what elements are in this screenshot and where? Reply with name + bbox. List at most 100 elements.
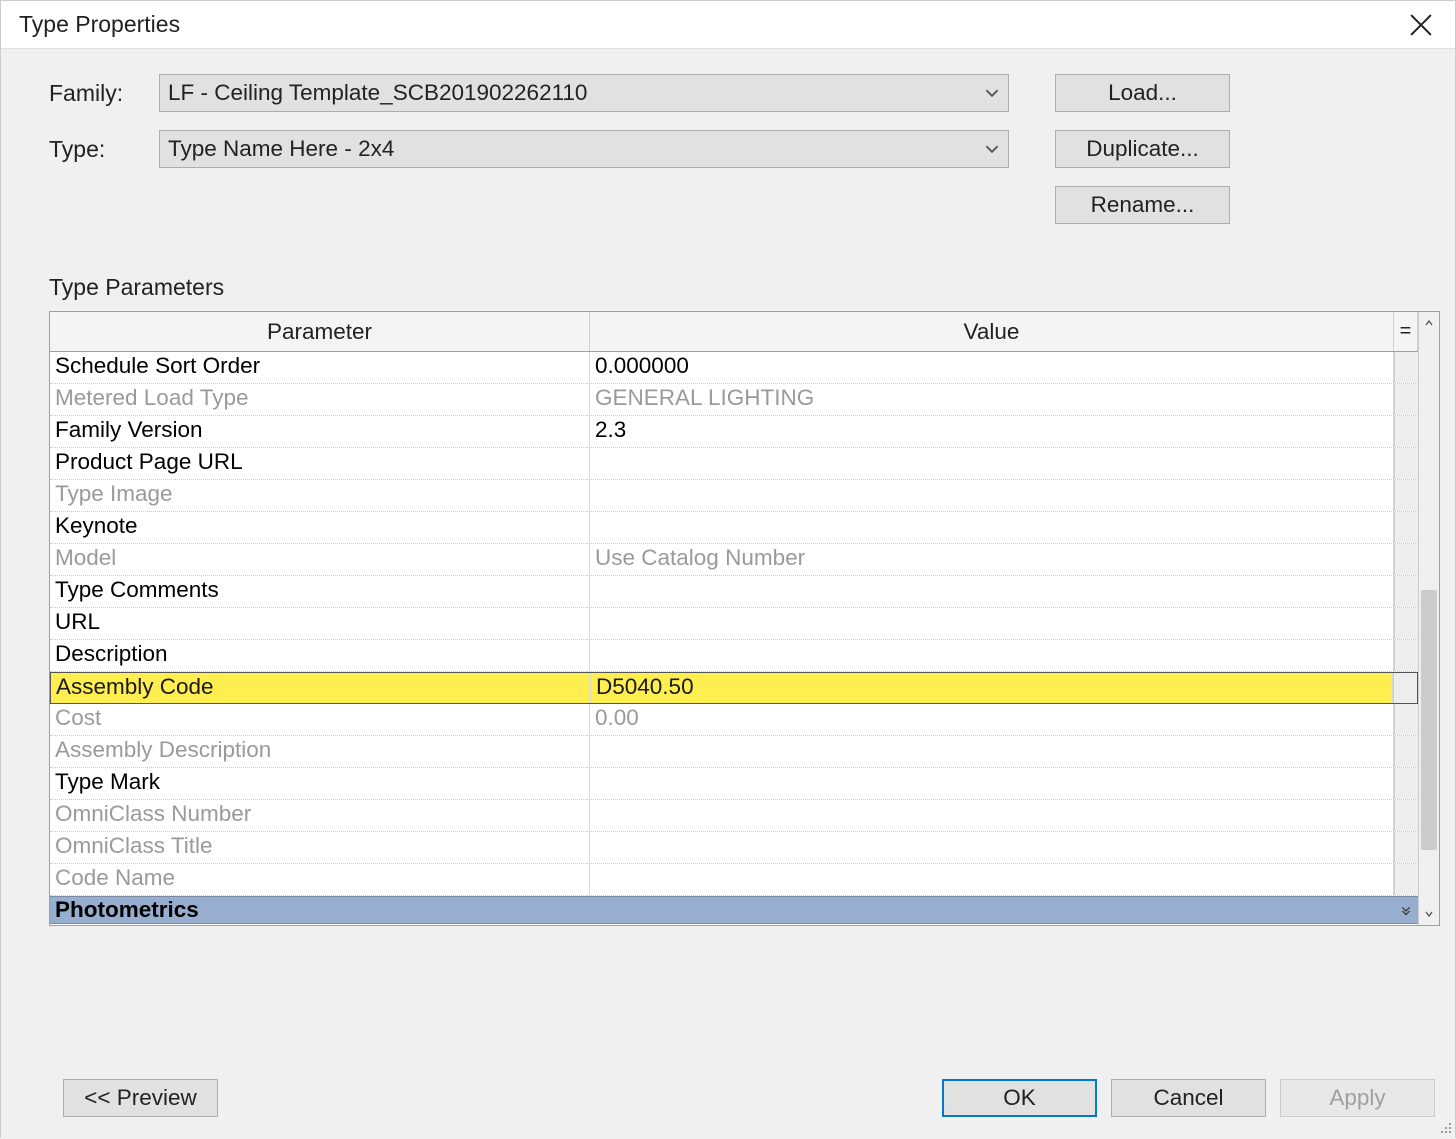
dialog-title: Type Properties [19, 11, 180, 37]
eq-cell [1394, 544, 1418, 575]
value-cell[interactable] [590, 736, 1394, 767]
scrollbar-track[interactable] [1419, 334, 1439, 903]
titlebar: Type Properties [1, 1, 1455, 48]
eq-cell [1394, 416, 1418, 447]
param-cell: Code Name [50, 864, 590, 895]
value-cell[interactable]: D5040.50 [591, 673, 1393, 703]
scrollbar-thumb[interactable] [1421, 590, 1437, 850]
rename-button[interactable]: Rename... [1055, 186, 1230, 224]
value-cell[interactable] [590, 480, 1394, 511]
value-cell[interactable] [590, 640, 1394, 671]
param-cell: Assembly Description [50, 736, 590, 767]
eq-cell [1394, 800, 1418, 831]
value-cell[interactable] [590, 768, 1394, 799]
value-cell[interactable]: 0.00 [590, 704, 1394, 735]
table-row[interactable]: Keynote [50, 512, 1418, 544]
scroll-up-icon[interactable] [1419, 312, 1439, 334]
value-cell[interactable] [590, 800, 1394, 831]
param-cell: Schedule Sort Order [50, 352, 590, 383]
table-row[interactable]: Cost0.00 [50, 704, 1418, 736]
header-equals: = [1394, 312, 1418, 351]
value-cell[interactable] [590, 448, 1394, 479]
eq-cell [1394, 640, 1418, 671]
eq-cell [1394, 576, 1418, 607]
scroll-down-icon[interactable] [1419, 903, 1439, 925]
preview-button[interactable]: << Preview [63, 1079, 218, 1117]
value-cell[interactable]: GENERAL LIGHTING [590, 384, 1394, 415]
eq-cell [1394, 736, 1418, 767]
family-label: Family: [49, 80, 159, 107]
table-row[interactable]: URL [50, 608, 1418, 640]
table-row[interactable]: Schedule Sort Order0.000000 [50, 352, 1418, 384]
apply-button: Apply [1280, 1079, 1435, 1117]
table-row[interactable]: Assembly Description [50, 736, 1418, 768]
family-dropdown[interactable]: LF - Ceiling Template_SCB201902262110 [159, 74, 1009, 112]
scrollbar[interactable] [1418, 312, 1439, 925]
value-cell[interactable]: 0.000000 [590, 352, 1394, 383]
value-cell[interactable]: Use Catalog Number [590, 544, 1394, 575]
param-cell: Type Image [50, 480, 590, 511]
type-dropdown[interactable]: Type Name Here - 2x4 [159, 130, 1009, 168]
table-row[interactable]: Family Version2.3 [50, 416, 1418, 448]
dialog-footer: << Preview OK Cancel Apply [49, 1079, 1435, 1117]
value-cell[interactable]: 2.3 [590, 416, 1394, 447]
header-parameter: Parameter [50, 312, 590, 351]
table-row[interactable]: OmniClass Title [50, 832, 1418, 864]
param-cell: Product Page URL [50, 448, 590, 479]
eq-cell [1394, 832, 1418, 863]
param-cell: Description [50, 640, 590, 671]
eq-cell [1394, 512, 1418, 543]
load-button[interactable]: Load... [1055, 74, 1230, 112]
param-cell: OmniClass Title [50, 832, 590, 863]
ok-button[interactable]: OK [942, 1079, 1097, 1117]
duplicate-button[interactable]: Duplicate... [1055, 130, 1230, 168]
table-row[interactable]: ModelUse Catalog Number [50, 544, 1418, 576]
value-cell[interactable] [590, 608, 1394, 639]
value-cell[interactable] [590, 864, 1394, 895]
table-row[interactable]: Product Page URL [50, 448, 1418, 480]
chevron-collapse-icon[interactable] [1395, 897, 1412, 923]
param-cell: Keynote [50, 512, 590, 543]
param-cell: Cost [50, 704, 590, 735]
eq-cell [1394, 768, 1418, 799]
param-cell: Type Mark [50, 768, 590, 799]
param-cell: URL [50, 608, 590, 639]
table-row[interactable]: Metered Load TypeGENERAL LIGHTING [50, 384, 1418, 416]
eq-cell [1394, 608, 1418, 639]
resize-grip-icon[interactable] [1438, 1120, 1452, 1134]
table-row[interactable]: Type Comments [50, 576, 1418, 608]
eq-cell [1394, 384, 1418, 415]
type-label: Type: [49, 136, 159, 163]
header-value: Value [590, 312, 1394, 351]
param-cell: OmniClass Number [50, 800, 590, 831]
param-cell: Model [50, 544, 590, 575]
eq-cell [1394, 480, 1418, 511]
table-row[interactable]: Description [50, 640, 1418, 672]
param-cell: Family Version [50, 416, 590, 447]
table-header-row: Parameter Value = [50, 312, 1418, 352]
value-cell[interactable] [590, 576, 1394, 607]
table-row[interactable]: Assembly CodeD5040.50 [50, 672, 1418, 704]
type-parameters-label: Type Parameters [49, 274, 1440, 301]
eq-cell [1394, 352, 1418, 383]
family-value: LF - Ceiling Template_SCB201902262110 [159, 74, 1009, 112]
group-header-row[interactable]: Photometrics [50, 896, 1418, 924]
table-row[interactable]: OmniClass Number [50, 800, 1418, 832]
eq-cell [1394, 864, 1418, 895]
param-cell: Assembly Code [51, 673, 591, 703]
eq-cell [1394, 448, 1418, 479]
param-cell: Metered Load Type [50, 384, 590, 415]
cancel-button[interactable]: Cancel [1111, 1079, 1266, 1117]
parameters-grid: Parameter Value = Schedule Sort Order0.0… [49, 311, 1440, 926]
type-value: Type Name Here - 2x4 [159, 130, 1009, 168]
param-cell: Type Comments [50, 576, 590, 607]
close-icon[interactable] [1407, 11, 1435, 39]
eq-cell [1394, 704, 1418, 735]
table-row[interactable]: Type Mark [50, 768, 1418, 800]
value-cell[interactable] [590, 832, 1394, 863]
table-row[interactable]: Type Image [50, 480, 1418, 512]
group-label: Photometrics [50, 897, 199, 923]
value-cell[interactable] [590, 512, 1394, 543]
dialog-content: Family: LF - Ceiling Template_SCB2019022… [1, 48, 1455, 1139]
table-row[interactable]: Code Name [50, 864, 1418, 896]
